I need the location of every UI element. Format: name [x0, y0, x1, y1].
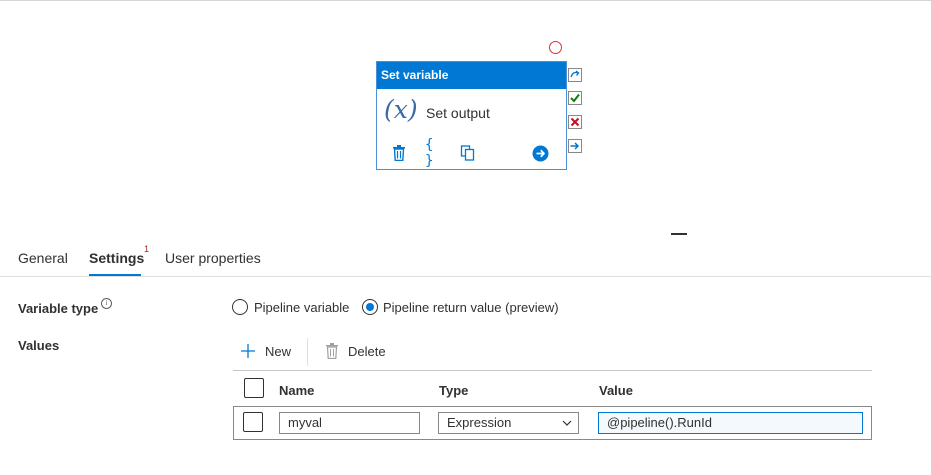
code-icon[interactable]: { } [425, 137, 443, 169]
info-icon[interactable]: i [101, 298, 112, 309]
validation-error-icon[interactable] [549, 41, 562, 54]
active-tab-indicator [89, 274, 141, 276]
pipeline-return-value-radio[interactable] [362, 299, 378, 315]
arrow-circle-right-icon[interactable] [531, 144, 549, 162]
copy-icon[interactable] [459, 144, 477, 162]
row-checkbox[interactable] [243, 412, 263, 432]
activity-type-label: Set variable [377, 62, 566, 89]
pipeline-variable-label[interactable]: Pipeline variable [254, 300, 349, 315]
activity-name: Set output [426, 105, 490, 121]
failure-output-icon[interactable] [568, 115, 582, 129]
delete-icon[interactable] [390, 144, 408, 162]
tab-user-properties[interactable]: User properties [165, 250, 261, 266]
column-header-name[interactable]: Name [279, 383, 314, 398]
tab-general[interactable]: General [18, 250, 68, 266]
table-row: myval Expression @pipeline().RunId [233, 406, 872, 440]
tab-settings[interactable]: Settings [89, 250, 144, 266]
chevron-down-icon [562, 416, 572, 436]
column-header-value[interactable]: Value [599, 383, 633, 398]
type-select-value: Expression [447, 415, 512, 430]
type-select[interactable]: Expression [438, 412, 579, 434]
name-input[interactable]: myval [279, 412, 420, 434]
new-button-label: New [265, 343, 292, 359]
properties-tabs: General Settings 1 User properties [0, 236, 931, 277]
column-header-type[interactable]: Type [439, 383, 468, 398]
panel-resize-handle[interactable] [671, 233, 687, 235]
values-grid-header: Name Type Value [233, 370, 872, 407]
pipeline-variable-radio[interactable] [232, 299, 248, 315]
success-output-icon[interactable] [568, 91, 582, 105]
skip-output-icon[interactable] [568, 68, 582, 82]
pipeline-return-value-label[interactable]: Pipeline return value (preview) [383, 300, 559, 315]
variable-icon: (x) [384, 95, 418, 124]
settings-error-badge: 1 [144, 244, 150, 254]
completion-output-icon[interactable] [568, 139, 582, 153]
variable-type-label: Variable type [18, 301, 99, 316]
select-all-checkbox[interactable] [244, 378, 264, 398]
values-label: Values [18, 338, 60, 353]
toolbar-divider [307, 338, 308, 366]
delete-button[interactable]: Delete [325, 343, 386, 360]
trash-icon [325, 343, 339, 360]
pipeline-canvas[interactable]: Set variable (x) Set output { } [0, 0, 931, 236]
plus-icon [240, 343, 256, 359]
new-button[interactable]: New [240, 343, 291, 359]
set-variable-activity[interactable]: Set variable (x) Set output { } [376, 61, 567, 170]
value-input[interactable]: @pipeline().RunId [598, 412, 863, 434]
delete-button-label: Delete [348, 343, 386, 359]
